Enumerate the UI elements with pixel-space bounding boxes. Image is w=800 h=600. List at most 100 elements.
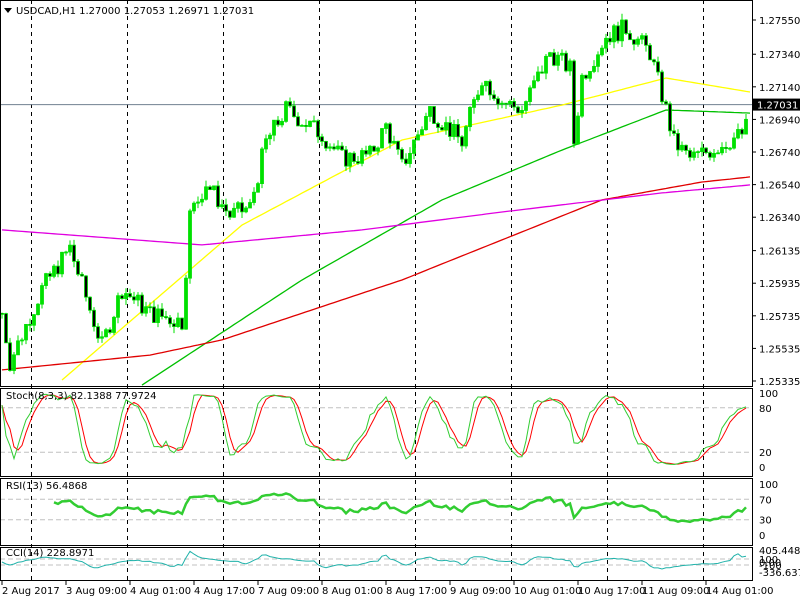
candle[interactable] [320, 133, 324, 146]
candle[interactable] [352, 151, 356, 164]
candle[interactable] [228, 210, 232, 220]
candle[interactable] [580, 73, 584, 118]
candle[interactable] [396, 140, 400, 155]
candle[interactable] [628, 30, 632, 41]
candle[interactable] [176, 312, 180, 328]
candle[interactable] [596, 51, 600, 73]
candle[interactable] [272, 119, 276, 142]
candle[interactable] [488, 79, 492, 101]
candle[interactable] [572, 59, 576, 148]
candle[interactable] [548, 51, 552, 57]
candle[interactable] [720, 142, 724, 156]
collapse-triangle-icon[interactable] [4, 8, 12, 13]
candle[interactable] [64, 250, 68, 256]
candle[interactable] [684, 144, 688, 155]
candle[interactable] [412, 139, 416, 160]
candle[interactable] [676, 129, 680, 157]
candle[interactable] [192, 201, 196, 214]
candle[interactable] [188, 208, 192, 284]
candle[interactable] [140, 292, 144, 316]
candle[interactable] [264, 134, 268, 153]
candle[interactable] [200, 193, 204, 207]
candle[interactable] [308, 120, 312, 128]
candle[interactable] [252, 187, 256, 206]
candle[interactable] [456, 119, 460, 144]
candle[interactable] [292, 100, 296, 118]
candle[interactable] [460, 135, 464, 152]
candle[interactable] [648, 43, 652, 61]
candle[interactable] [608, 31, 612, 46]
candle[interactable] [616, 21, 620, 44]
candle[interactable] [248, 198, 252, 209]
candle[interactable] [524, 100, 528, 114]
candle[interactable] [268, 132, 272, 146]
candle[interactable] [116, 292, 120, 324]
candle[interactable] [740, 127, 744, 139]
candle[interactable] [660, 69, 664, 105]
main-price-panel[interactable] [0, 13, 752, 386]
candle[interactable] [512, 98, 516, 111]
candle[interactable] [448, 116, 452, 141]
candle[interactable] [84, 275, 88, 302]
candle[interactable] [48, 271, 52, 281]
stochastic-panel[interactable] [0, 393, 752, 466]
candle[interactable] [364, 145, 368, 157]
candle[interactable] [348, 152, 352, 173]
candle[interactable] [376, 146, 380, 156]
candle[interactable] [104, 327, 108, 338]
candle[interactable] [492, 90, 496, 101]
candle[interactable] [212, 185, 216, 191]
candle[interactable] [692, 147, 696, 161]
candle[interactable] [284, 100, 288, 123]
candle[interactable] [384, 122, 388, 134]
candle[interactable] [656, 56, 660, 76]
candle[interactable] [4, 312, 8, 344]
candle[interactable] [484, 80, 488, 92]
candle[interactable] [356, 156, 360, 165]
candle[interactable] [164, 310, 168, 320]
candle[interactable] [468, 106, 472, 132]
candle[interactable] [132, 291, 136, 304]
candle[interactable] [576, 112, 580, 145]
candle[interactable] [324, 140, 328, 152]
candle[interactable] [16, 335, 20, 356]
candle[interactable] [372, 145, 376, 153]
candle[interactable] [416, 130, 420, 141]
candle[interactable] [420, 126, 424, 136]
candle[interactable] [636, 36, 640, 47]
candle[interactable] [208, 185, 212, 191]
candle[interactable] [584, 74, 588, 80]
candle[interactable] [328, 143, 332, 152]
candle[interactable] [300, 124, 304, 127]
candle[interactable] [672, 124, 676, 136]
candle[interactable] [160, 303, 164, 320]
candle[interactable] [440, 124, 444, 131]
candle[interactable] [332, 143, 336, 151]
candle[interactable] [100, 331, 104, 343]
chart-canvas[interactable]: 1.27550 1.27340 1.27140 1.26940 1.26740 1.265… [0, 0, 800, 600]
candle[interactable] [408, 147, 412, 168]
candle[interactable] [728, 146, 732, 151]
candle[interactable] [712, 149, 716, 162]
rsi-panel[interactable] [0, 492, 752, 524]
candle[interactable] [344, 146, 348, 171]
candle[interactable] [464, 124, 468, 149]
candle[interactable] [56, 260, 60, 278]
candle[interactable] [480, 82, 484, 96]
candle[interactable] [624, 19, 628, 35]
candle[interactable] [404, 153, 408, 166]
candle[interactable] [680, 141, 684, 152]
candle[interactable] [360, 147, 364, 167]
candle[interactable] [632, 39, 636, 51]
candle[interactable] [156, 304, 160, 328]
candle[interactable] [244, 205, 248, 214]
candle[interactable] [92, 307, 96, 332]
candle[interactable] [688, 147, 692, 162]
candle[interactable] [452, 119, 456, 140]
candle[interactable] [184, 274, 188, 330]
cci-panel[interactable] [0, 550, 752, 570]
candle[interactable] [600, 45, 604, 57]
candle[interactable] [76, 259, 80, 277]
candle[interactable] [568, 58, 572, 76]
candle[interactable] [444, 116, 448, 135]
